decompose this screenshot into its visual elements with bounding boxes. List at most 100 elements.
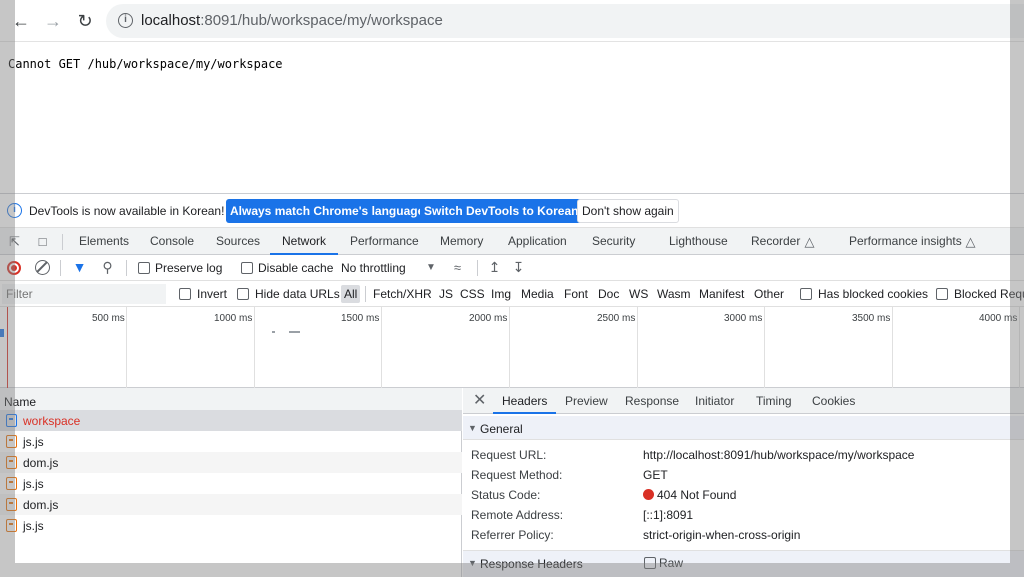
info-icon: i <box>7 203 22 218</box>
controls-divider-2 <box>126 260 127 276</box>
filter-type-all[interactable]: All <box>341 285 361 303</box>
request-row-js[interactable]: js.js <box>0 431 462 452</box>
chevron-down-icon[interactable]: ▼ <box>426 262 436 273</box>
site-info-icon[interactable]: i <box>118 13 133 28</box>
script-file-icon <box>6 456 17 469</box>
timeline-label: 2500 ms <box>597 313 636 324</box>
tab-memory[interactable]: Memory <box>440 228 483 255</box>
timeline-gridline <box>254 307 255 388</box>
clear-icon[interactable] <box>35 260 50 275</box>
tab-performance[interactable]: Performance <box>350 228 419 255</box>
timeline-label: 3500 ms <box>852 313 891 324</box>
request-name: js.js <box>23 519 44 533</box>
filter-type-manifest[interactable]: Manifest <box>699 287 744 301</box>
timeline-label: 3000 ms <box>724 313 763 324</box>
language-infobar: i DevTools is now available in Korean! A… <box>0 194 1024 228</box>
reload-icon[interactable]: ↻ <box>74 10 96 32</box>
error-message: Cannot GET /hub/workspace/my/workspace <box>8 57 283 71</box>
request-row-js[interactable]: js.js <box>0 515 462 536</box>
request-detail-panel: ✕ Headers Preview Response Initiator Tim… <box>463 388 1024 577</box>
network-conditions-icon[interactable]: ≈ <box>450 260 465 275</box>
tab-elements[interactable]: Elements <box>79 228 129 255</box>
timeline-load-marker <box>7 307 8 388</box>
export-har-icon[interactable]: ↧ <box>511 260 526 275</box>
url-text[interactable]: localhost:8091/hub/workspace/my/workspac… <box>141 12 443 29</box>
request-row-dom[interactable]: dom.js <box>0 452 462 473</box>
url-path: :8091/hub/workspace/my/workspace <box>200 12 443 29</box>
hide-data-urls-checkbox[interactable] <box>237 288 249 300</box>
script-file-icon <box>6 435 17 448</box>
referrer-policy-value: strict-origin-when-cross-origin <box>643 528 801 542</box>
remote-address-key: Remote Address: <box>471 508 564 522</box>
search-icon[interactable]: ⚲ <box>100 260 115 275</box>
page-content: Cannot GET /hub/workspace/my/workspace <box>0 43 1024 193</box>
timeline-gridline <box>892 307 893 388</box>
tab-application[interactable]: Application <box>508 228 567 255</box>
tab-initiator[interactable]: Initiator <box>695 388 734 414</box>
filter-type-doc[interactable]: Doc <box>598 287 619 301</box>
filter-funnel-icon[interactable]: ▼ <box>72 260 87 275</box>
tab-cookies[interactable]: Cookies <box>812 388 855 414</box>
forward-arrow-icon[interactable]: → <box>42 10 64 32</box>
request-row-workspace[interactable]: workspace <box>0 410 462 431</box>
device-toolbar-icon[interactable]: □ <box>35 234 50 249</box>
tab-lighthouse[interactable]: Lighthouse <box>669 228 728 255</box>
request-name: workspace <box>23 414 81 428</box>
devtools-panel: i DevTools is now available in Korean! A… <box>0 193 1024 577</box>
timeline-gridline <box>764 307 765 388</box>
filter-type-media[interactable]: Media <box>521 287 554 301</box>
network-controls: ▼ ⚲ Preserve log Disable cache No thrott… <box>0 255 1024 281</box>
always-match-language-button[interactable]: Always match Chrome's language <box>226 199 429 223</box>
timeline-label: 500 ms <box>92 313 125 324</box>
timeline-request-bar <box>289 331 300 333</box>
tab-timing[interactable]: Timing <box>756 388 792 414</box>
general-section-title: General <box>480 422 523 436</box>
disable-cache-checkbox[interactable] <box>241 262 253 274</box>
tab-sources[interactable]: Sources <box>216 228 260 255</box>
back-arrow-icon[interactable]: ← <box>10 10 32 32</box>
filter-type-css[interactable]: CSS <box>460 287 485 301</box>
preserve-log-checkbox[interactable] <box>138 262 150 274</box>
tab-preview[interactable]: Preview <box>565 388 608 414</box>
tab-headers[interactable]: Headers <box>493 388 557 414</box>
record-stop-icon[interactable] <box>7 261 21 275</box>
raw-label: Raw <box>659 556 684 570</box>
tab-console[interactable]: Console <box>150 228 194 255</box>
address-bar[interactable]: i localhost:8091/hub/workspace/my/worksp… <box>106 4 1024 38</box>
general-section-header[interactable]: ▼ General <box>463 416 1024 440</box>
tab-security[interactable]: Security <box>592 228 635 255</box>
switch-to-korean-button[interactable]: Switch DevTools to Korean <box>420 199 583 223</box>
filter-type-fetch-xhr[interactable]: Fetch/XHR <box>373 287 432 301</box>
response-headers-section-header[interactable]: ▼ Response Headers Raw <box>463 550 1024 577</box>
tab-network[interactable]: Network <box>270 228 339 255</box>
tab-performance-insights[interactable]: Performance insights <box>849 228 962 255</box>
filter-input[interactable] <box>2 284 166 304</box>
invert-checkbox[interactable] <box>179 288 191 300</box>
request-row-dom[interactable]: dom.js <box>0 494 462 515</box>
filter-type-wasm[interactable]: Wasm <box>657 287 691 301</box>
tab-recorder[interactable]: Recorder <box>751 228 800 255</box>
has-blocked-cookies-label: Has blocked cookies <box>818 287 929 301</box>
inspect-element-icon[interactable]: ⇱ <box>7 234 22 249</box>
raw-checkbox[interactable] <box>644 557 656 569</box>
blocked-requests-checkbox[interactable] <box>936 288 948 300</box>
referrer-policy-key: Referrer Policy: <box>471 528 554 542</box>
network-overview-timeline[interactable]: 500 ms 1000 ms 1500 ms 2000 ms 2500 ms 3… <box>0 307 1024 388</box>
expand-triangle-icon: ▼ <box>468 558 477 568</box>
filter-type-other[interactable]: Other <box>754 287 784 301</box>
filter-type-img[interactable]: Img <box>491 287 511 301</box>
filter-type-font[interactable]: Font <box>564 287 588 301</box>
filter-type-ws[interactable]: WS <box>629 287 648 301</box>
request-row-js[interactable]: js.js <box>0 473 462 494</box>
filter-type-js[interactable]: JS <box>439 287 453 301</box>
dont-show-again-button[interactable]: Don't show again <box>577 199 679 223</box>
import-har-icon[interactable]: ↥ <box>487 260 502 275</box>
controls-divider-3 <box>477 260 478 276</box>
close-icon[interactable]: ✕ <box>473 393 486 409</box>
remote-address-value: [::1]:8091 <box>643 508 694 522</box>
request-url-key: Request URL: <box>471 448 547 462</box>
request-name: js.js <box>23 477 44 491</box>
tab-response[interactable]: Response <box>625 388 679 414</box>
has-blocked-cookies-checkbox[interactable] <box>800 288 812 300</box>
throttling-select[interactable]: No throttling <box>341 261 406 275</box>
